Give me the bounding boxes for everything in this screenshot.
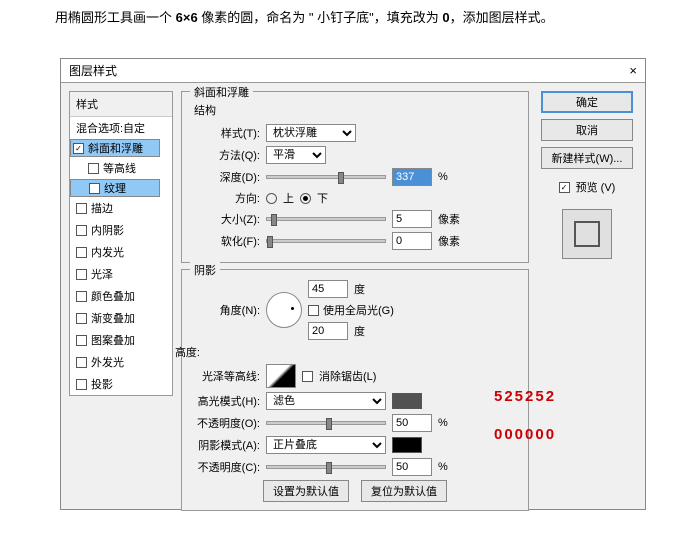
style-label: 颜色叠加 bbox=[91, 288, 135, 304]
shadow-color-swatch[interactable] bbox=[392, 437, 422, 453]
angle-wheel[interactable] bbox=[266, 292, 302, 328]
reset-default-button[interactable]: 复位为默认值 bbox=[361, 480, 447, 502]
highlight-mode-select[interactable]: 滤色 bbox=[266, 392, 386, 410]
soften-slider[interactable] bbox=[266, 239, 386, 243]
style-select[interactable]: 枕状浮雕 bbox=[266, 124, 356, 142]
size-label: 大小(Z): bbox=[192, 211, 260, 227]
preview-checkbox[interactable]: ✓ bbox=[559, 182, 570, 193]
style-checkbox[interactable] bbox=[89, 183, 100, 194]
soften-field[interactable] bbox=[392, 232, 432, 250]
style-label: 等高线 bbox=[103, 160, 136, 176]
style-row-7[interactable]: 颜色叠加 bbox=[70, 285, 172, 307]
style-checkbox[interactable] bbox=[76, 225, 87, 236]
style-checkbox[interactable] bbox=[76, 269, 87, 280]
style-checkbox[interactable]: ✓ bbox=[73, 143, 84, 154]
styles-sidebar: 样式 混合选项:自定 ✓ 斜面和浮雕等高线纹理描边内阴影内发光光泽颜色叠加渐变叠加… bbox=[69, 91, 173, 501]
style-label: 外发光 bbox=[91, 354, 124, 370]
style-label: 渐变叠加 bbox=[91, 310, 135, 326]
ok-button[interactable]: 确定 bbox=[541, 91, 633, 113]
direction-down-radio[interactable] bbox=[300, 193, 311, 204]
preview-box bbox=[562, 209, 612, 259]
style-label: 图案叠加 bbox=[91, 332, 135, 348]
shadow-opacity-label: 不透明度(C): bbox=[192, 459, 260, 475]
titlebar[interactable]: 图层样式 × bbox=[61, 59, 645, 83]
dialog-title: 图层样式 bbox=[69, 62, 117, 79]
style-checkbox[interactable] bbox=[76, 379, 87, 390]
shadow-opacity-slider[interactable] bbox=[266, 465, 386, 469]
shadow-mode-select[interactable]: 正片叠底 bbox=[266, 436, 386, 454]
style-label: 内阴影 bbox=[91, 222, 124, 238]
structure-subtitle: 结构 bbox=[194, 102, 518, 118]
global-light-checkbox[interactable] bbox=[308, 305, 319, 316]
style-checkbox[interactable] bbox=[76, 335, 87, 346]
shadow-opacity-field[interactable] bbox=[392, 458, 432, 476]
close-icon[interactable]: × bbox=[629, 63, 637, 78]
style-row-0[interactable]: ✓ 斜面和浮雕 bbox=[70, 139, 160, 157]
style-row-6[interactable]: 光泽 bbox=[70, 263, 172, 285]
style-row-2[interactable]: 纹理 bbox=[70, 179, 160, 197]
style-row-11[interactable]: 投影 bbox=[70, 373, 172, 395]
highlight-opacity-field[interactable] bbox=[392, 414, 432, 432]
highlight-color-swatch[interactable] bbox=[392, 393, 422, 409]
instruction-text: 用椭圆形工具画一个 6×6 像素的圆，命名为 " 小钉子底"，填充改为 0，添加… bbox=[0, 0, 690, 33]
size-slider[interactable] bbox=[266, 217, 386, 221]
annotation-shadow-hex: 000000 bbox=[494, 426, 556, 443]
layer-style-dialog: 图层样式 × 样式 混合选项:自定 ✓ 斜面和浮雕等高线纹理描边内阴影内发光光泽颜… bbox=[60, 58, 646, 510]
style-checkbox[interactable] bbox=[76, 247, 87, 258]
style-row-4[interactable]: 内阴影 bbox=[70, 219, 172, 241]
technique-select[interactable]: 平滑 bbox=[266, 146, 326, 164]
style-row-8[interactable]: 渐变叠加 bbox=[70, 307, 172, 329]
highlight-mode-label: 高光模式(H): bbox=[192, 393, 260, 409]
style-checkbox[interactable] bbox=[88, 163, 99, 174]
antialias-checkbox[interactable] bbox=[302, 371, 313, 382]
style-checkbox[interactable] bbox=[76, 291, 87, 302]
angle-label: 角度(N): bbox=[192, 302, 260, 318]
depth-label: 深度(D): bbox=[192, 169, 260, 185]
style-label: 样式(T): bbox=[192, 125, 260, 141]
style-label: 纹理 bbox=[104, 180, 126, 196]
altitude-label: 高度: bbox=[152, 344, 200, 360]
shading-subtitle: 阴影 bbox=[190, 262, 220, 278]
altitude-field[interactable] bbox=[308, 322, 348, 340]
bevel-panel: 斜面和浮雕 结构 样式(T): 枕状浮雕 方法(Q): 平滑 深度(D): % bbox=[181, 91, 529, 501]
soften-label: 软化(F): bbox=[192, 233, 260, 249]
size-field[interactable] bbox=[392, 210, 432, 228]
gloss-label: 光泽等高线: bbox=[192, 368, 260, 384]
style-label: 投影 bbox=[91, 376, 113, 392]
direction-label: 方向: bbox=[192, 190, 260, 206]
make-default-button[interactable]: 设置为默认值 bbox=[263, 480, 349, 502]
style-checkbox[interactable] bbox=[76, 313, 87, 324]
new-style-button[interactable]: 新建样式(W)... bbox=[541, 147, 633, 169]
shadow-mode-label: 阴影模式(A): bbox=[192, 437, 260, 453]
style-label: 斜面和浮雕 bbox=[88, 140, 143, 156]
style-label: 内发光 bbox=[91, 244, 124, 260]
gloss-contour[interactable] bbox=[266, 364, 296, 388]
depth-slider[interactable] bbox=[266, 175, 386, 179]
bevel-group-title: 斜面和浮雕 bbox=[190, 84, 253, 100]
blend-options-row[interactable]: 混合选项:自定 bbox=[70, 117, 172, 139]
style-label: 描边 bbox=[91, 200, 113, 216]
cancel-button[interactable]: 取消 bbox=[541, 119, 633, 141]
angle-field[interactable] bbox=[308, 280, 348, 298]
depth-field[interactable] bbox=[392, 168, 432, 186]
style-row-5[interactable]: 内发光 bbox=[70, 241, 172, 263]
annotation-highlight-hex: 525252 bbox=[494, 388, 556, 405]
style-row-1[interactable]: 等高线 bbox=[70, 157, 172, 179]
direction-up-radio[interactable] bbox=[266, 193, 277, 204]
highlight-opacity-slider[interactable] bbox=[266, 421, 386, 425]
highlight-opacity-label: 不透明度(O): bbox=[192, 415, 260, 431]
style-label: 光泽 bbox=[91, 266, 113, 282]
style-checkbox[interactable] bbox=[76, 203, 87, 214]
styles-header: 样式 bbox=[70, 92, 172, 117]
style-checkbox[interactable] bbox=[76, 357, 87, 368]
technique-label: 方法(Q): bbox=[192, 147, 260, 163]
style-row-3[interactable]: 描边 bbox=[70, 197, 172, 219]
